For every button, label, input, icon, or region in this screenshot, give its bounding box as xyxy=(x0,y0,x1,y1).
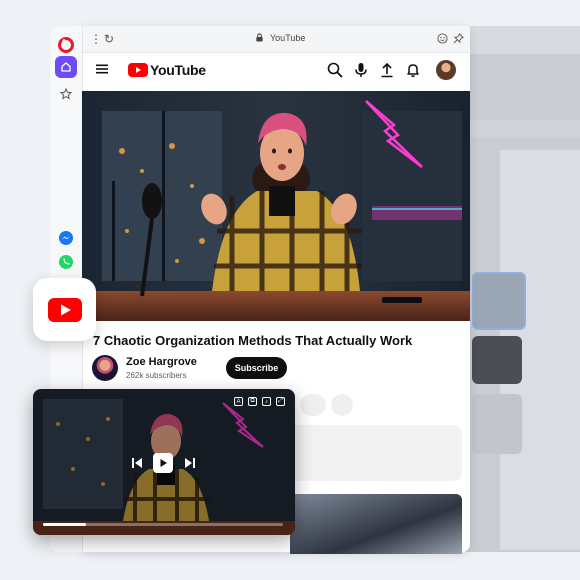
channel-name[interactable]: Zoe Hargrove xyxy=(126,356,197,368)
messenger-icon[interactable] xyxy=(58,230,74,246)
menu-dots-icon[interactable]: ⋮ xyxy=(90,32,102,46)
subscriber-count: 262k subscribers xyxy=(126,371,187,380)
expand-icon[interactable]: ⤢ xyxy=(276,397,285,406)
subscribe-button[interactable]: Subscribe xyxy=(226,357,287,379)
text-icon[interactable]: A xyxy=(234,397,243,406)
copy-icon[interactable]: ⧉ xyxy=(248,397,257,406)
background-app-toolbar xyxy=(470,120,580,138)
youtube-play-badge-icon xyxy=(128,63,148,77)
recommended-thumbnail[interactable] xyxy=(290,494,462,554)
bell-icon[interactable] xyxy=(405,62,421,78)
mini-player[interactable]: A ⧉ ♪ ⤢ xyxy=(33,389,295,535)
home-icon xyxy=(61,62,71,72)
star-icon[interactable] xyxy=(58,86,74,102)
action-pill[interactable] xyxy=(331,394,353,416)
youtube-app-icon[interactable] xyxy=(33,278,96,341)
main-video-player[interactable] xyxy=(82,91,470,321)
emoji-icon[interactable] xyxy=(437,33,448,44)
youtube-logo-text: YouTube xyxy=(150,62,206,78)
menu-icon[interactable] xyxy=(95,62,109,76)
video-frame xyxy=(82,91,470,321)
address-text[interactable]: YouTube xyxy=(270,33,305,43)
background-app-titlebar xyxy=(462,26,580,54)
volume-icon[interactable]: ♪ xyxy=(262,397,271,406)
lock-icon xyxy=(256,33,263,42)
reload-icon[interactable]: ↻ xyxy=(104,32,114,46)
previous-icon[interactable] xyxy=(130,456,144,470)
next-icon[interactable] xyxy=(183,456,197,470)
upload-icon[interactable] xyxy=(380,62,394,78)
search-icon[interactable] xyxy=(327,62,343,78)
account-avatar[interactable] xyxy=(436,60,456,80)
background-thumbnail xyxy=(472,336,522,384)
opera-logo[interactable] xyxy=(58,37,74,53)
play-icon xyxy=(160,459,167,467)
background-thumbnail xyxy=(472,272,526,330)
mic-icon[interactable] xyxy=(354,62,368,78)
pin-icon[interactable] xyxy=(453,33,464,44)
video-title[interactable]: 7 Chaotic Organization Methods That Actu… xyxy=(93,333,412,348)
youtube-icon xyxy=(47,297,82,322)
youtube-logo[interactable]: YouTube xyxy=(128,62,206,78)
mini-player-top-controls: A ⧉ ♪ ⤢ xyxy=(234,397,285,406)
background-thumbnail xyxy=(472,394,522,454)
mini-player-progress-fill xyxy=(43,523,86,526)
channel-avatar[interactable] xyxy=(92,355,118,381)
description-box[interactable] xyxy=(290,425,462,481)
home-button[interactable] xyxy=(55,56,77,78)
action-pill[interactable] xyxy=(300,394,326,416)
play-button[interactable] xyxy=(153,453,173,473)
whatsapp-icon[interactable] xyxy=(58,254,74,270)
